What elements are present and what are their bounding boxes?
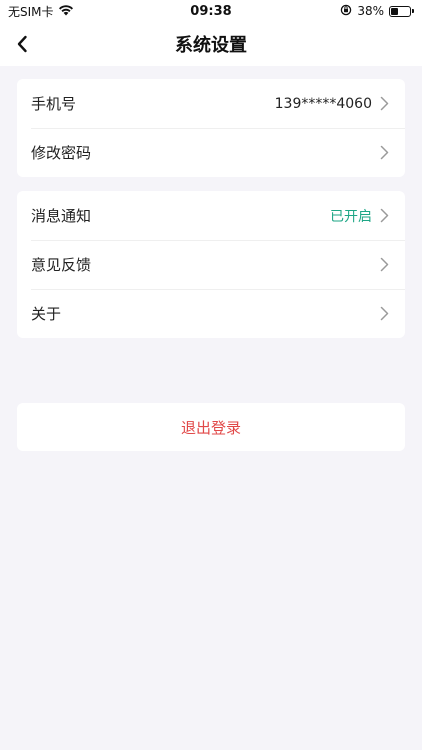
- page-title: 系统设置: [175, 35, 247, 56]
- nav-bar: 系统设置: [0, 22, 422, 66]
- logout-button[interactable]: 退出登录: [17, 403, 405, 451]
- logout-label: 退出登录: [180, 418, 241, 437]
- chevron-right-icon: [380, 306, 389, 321]
- status-left: 无SIM卡: [8, 3, 74, 20]
- back-arrow-icon: [17, 35, 27, 53]
- wifi-icon: [58, 4, 74, 19]
- row-label: 手机号: [31, 95, 77, 113]
- row-label: 关于: [31, 305, 62, 323]
- notifications-status: 已开启: [330, 208, 372, 225]
- change-password-row[interactable]: 修改密码: [17, 128, 405, 177]
- battery-percent: 38%: [357, 4, 384, 18]
- chevron-right-icon: [380, 257, 389, 272]
- settings-screen: 无SIM卡 09:38 38% 系统设置 手机号 139*****4060 修改…: [0, 0, 422, 750]
- chevron-right-icon: [380, 145, 389, 160]
- settings-group-account: 手机号 139*****4060 修改密码: [17, 79, 405, 177]
- battery-fill: [391, 7, 398, 15]
- chevron-right-icon: [380, 208, 389, 223]
- row-label: 意见反馈: [31, 256, 92, 274]
- about-row[interactable]: 关于: [17, 289, 405, 338]
- settings-group-general: 消息通知 已开启 意见反馈 关于: [17, 191, 405, 338]
- status-bar: 无SIM卡 09:38 38%: [0, 0, 422, 22]
- back-button[interactable]: [6, 22, 38, 66]
- feedback-row[interactable]: 意见反馈: [17, 240, 405, 289]
- chevron-right-icon: [380, 96, 389, 111]
- notifications-row[interactable]: 消息通知 已开启: [17, 191, 405, 240]
- carrier-text: 无SIM卡: [8, 4, 54, 19]
- row-label: 消息通知: [31, 207, 92, 225]
- phone-number-value: 139*****4060: [274, 95, 372, 112]
- row-label: 修改密码: [31, 144, 92, 162]
- orientation-lock-icon: [340, 4, 352, 19]
- phone-number-row[interactable]: 手机号 139*****4060: [17, 79, 405, 128]
- status-right: 38%: [340, 4, 414, 19]
- battery-icon: [389, 5, 414, 17]
